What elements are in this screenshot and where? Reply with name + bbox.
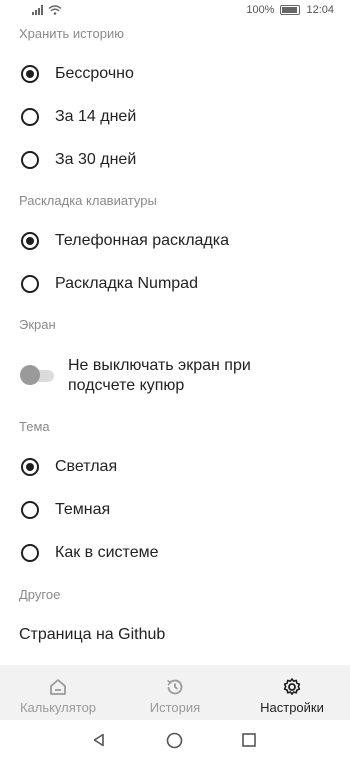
home-circle-icon[interactable] [166, 732, 183, 749]
section-header-other: Другое [19, 587, 61, 602]
section-header-keyboard: Раскладка клавиатуры [19, 193, 157, 208]
radio-button[interactable] [21, 232, 39, 250]
toggle-label-line2: подсчете купюр [68, 377, 185, 394]
back-icon[interactable] [92, 733, 106, 747]
radio-button[interactable] [21, 65, 39, 83]
radio-option-30-days[interactable]: За 30 дней [0, 139, 350, 181]
bottom-navigation: Калькулятор История Настройки [0, 665, 350, 720]
radio-option-numpad-layout[interactable]: Раскладка Numpad [0, 263, 350, 305]
radio-option-system[interactable]: Как в системе [0, 532, 350, 574]
radio-button[interactable] [21, 501, 39, 519]
radio-option-light[interactable]: Светлая [0, 446, 350, 488]
nav-item-settings[interactable]: Настройки [240, 665, 344, 720]
section-header-theme: Тема [19, 419, 50, 434]
nav-item-calculator[interactable]: Калькулятор [6, 665, 110, 720]
nav-label: История [149, 700, 201, 715]
radio-button[interactable] [21, 544, 39, 562]
option-label: За 30 дней [55, 151, 137, 168]
radio-option-14-days[interactable]: За 14 дней [0, 96, 350, 138]
section-header-screen: Экран [19, 317, 56, 332]
radio-option-forever[interactable]: Бессрочно [0, 53, 350, 95]
nav-label: Калькулятор [19, 700, 97, 715]
radio-button[interactable] [21, 275, 39, 293]
nav-item-history[interactable]: История [123, 665, 227, 720]
nav-label: Настройки [260, 700, 324, 715]
radio-button[interactable] [21, 458, 39, 476]
option-label: За 14 дней [55, 108, 137, 125]
option-label: Бессрочно [55, 65, 134, 82]
recents-icon[interactable] [242, 733, 256, 747]
option-label: Телефонная раскладка [55, 232, 230, 249]
toggle-keep-screen-on[interactable]: Не выключать экран при подсчете купюр [0, 354, 350, 398]
settings-list: Хранить историю Бессрочно За 14 дней За … [0, 0, 350, 665]
history-icon [167, 679, 183, 695]
radio-option-phone-layout[interactable]: Телефонная раскладка [0, 220, 350, 262]
radio-option-dark[interactable]: Темная [0, 489, 350, 531]
option-label: Светлая [55, 458, 118, 475]
option-label: Как в системе [55, 544, 159, 561]
section-header-history: Хранить историю [19, 26, 124, 41]
home-icon [50, 679, 66, 695]
radio-button[interactable] [21, 108, 39, 126]
radio-button[interactable] [21, 151, 39, 169]
gear-icon [283, 678, 301, 695]
toggle-switch[interactable] [20, 365, 54, 385]
toggle-label-line1: Не выключать экран при [68, 357, 251, 374]
option-label: Раскладка Numpad [55, 275, 198, 292]
option-label: Темная [55, 501, 111, 518]
system-navigation-bar [0, 720, 350, 760]
github-link[interactable]: Страница на Github [19, 626, 165, 644]
toggle-thumb [20, 365, 40, 385]
